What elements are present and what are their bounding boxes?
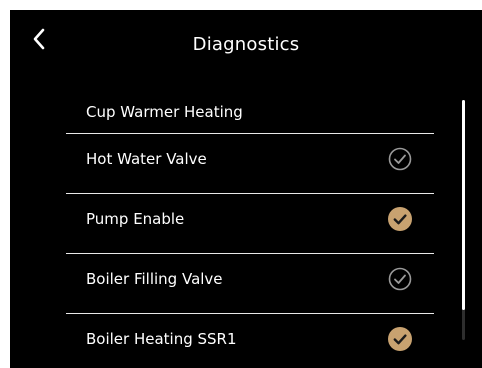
- list-item-label: Cup Warmer Heating: [86, 103, 243, 121]
- page-title: Diagnostics: [192, 34, 300, 55]
- list-item[interactable]: Boiler Heating SSR1: [66, 314, 434, 368]
- check-circle-outline-icon[interactable]: [388, 147, 412, 171]
- list-item-label: Boiler Filling Valve: [86, 270, 223, 288]
- list-item-label: Boiler Heating SSR1: [86, 330, 237, 348]
- list-item-label: Hot Water Valve: [86, 150, 207, 168]
- check-circle-outline-icon[interactable]: [388, 267, 412, 291]
- list-item[interactable]: Boiler Filling Valve: [66, 254, 434, 314]
- diagnostics-list: Cup Warmer Heating Hot Water Valve Pump …: [66, 88, 434, 368]
- check-circle-filled-icon[interactable]: [388, 327, 412, 351]
- list-item[interactable]: Cup Warmer Heating: [66, 88, 434, 134]
- list-item[interactable]: Hot Water Valve: [66, 134, 434, 194]
- check-circle-filled-icon[interactable]: [388, 207, 412, 231]
- diagnostics-screen: Diagnostics Cup Warmer Heating Hot Water…: [10, 10, 482, 368]
- scrollbar-thumb[interactable]: [462, 100, 465, 310]
- list-item-label: Pump Enable: [86, 210, 185, 228]
- list-item[interactable]: Pump Enable: [66, 194, 434, 254]
